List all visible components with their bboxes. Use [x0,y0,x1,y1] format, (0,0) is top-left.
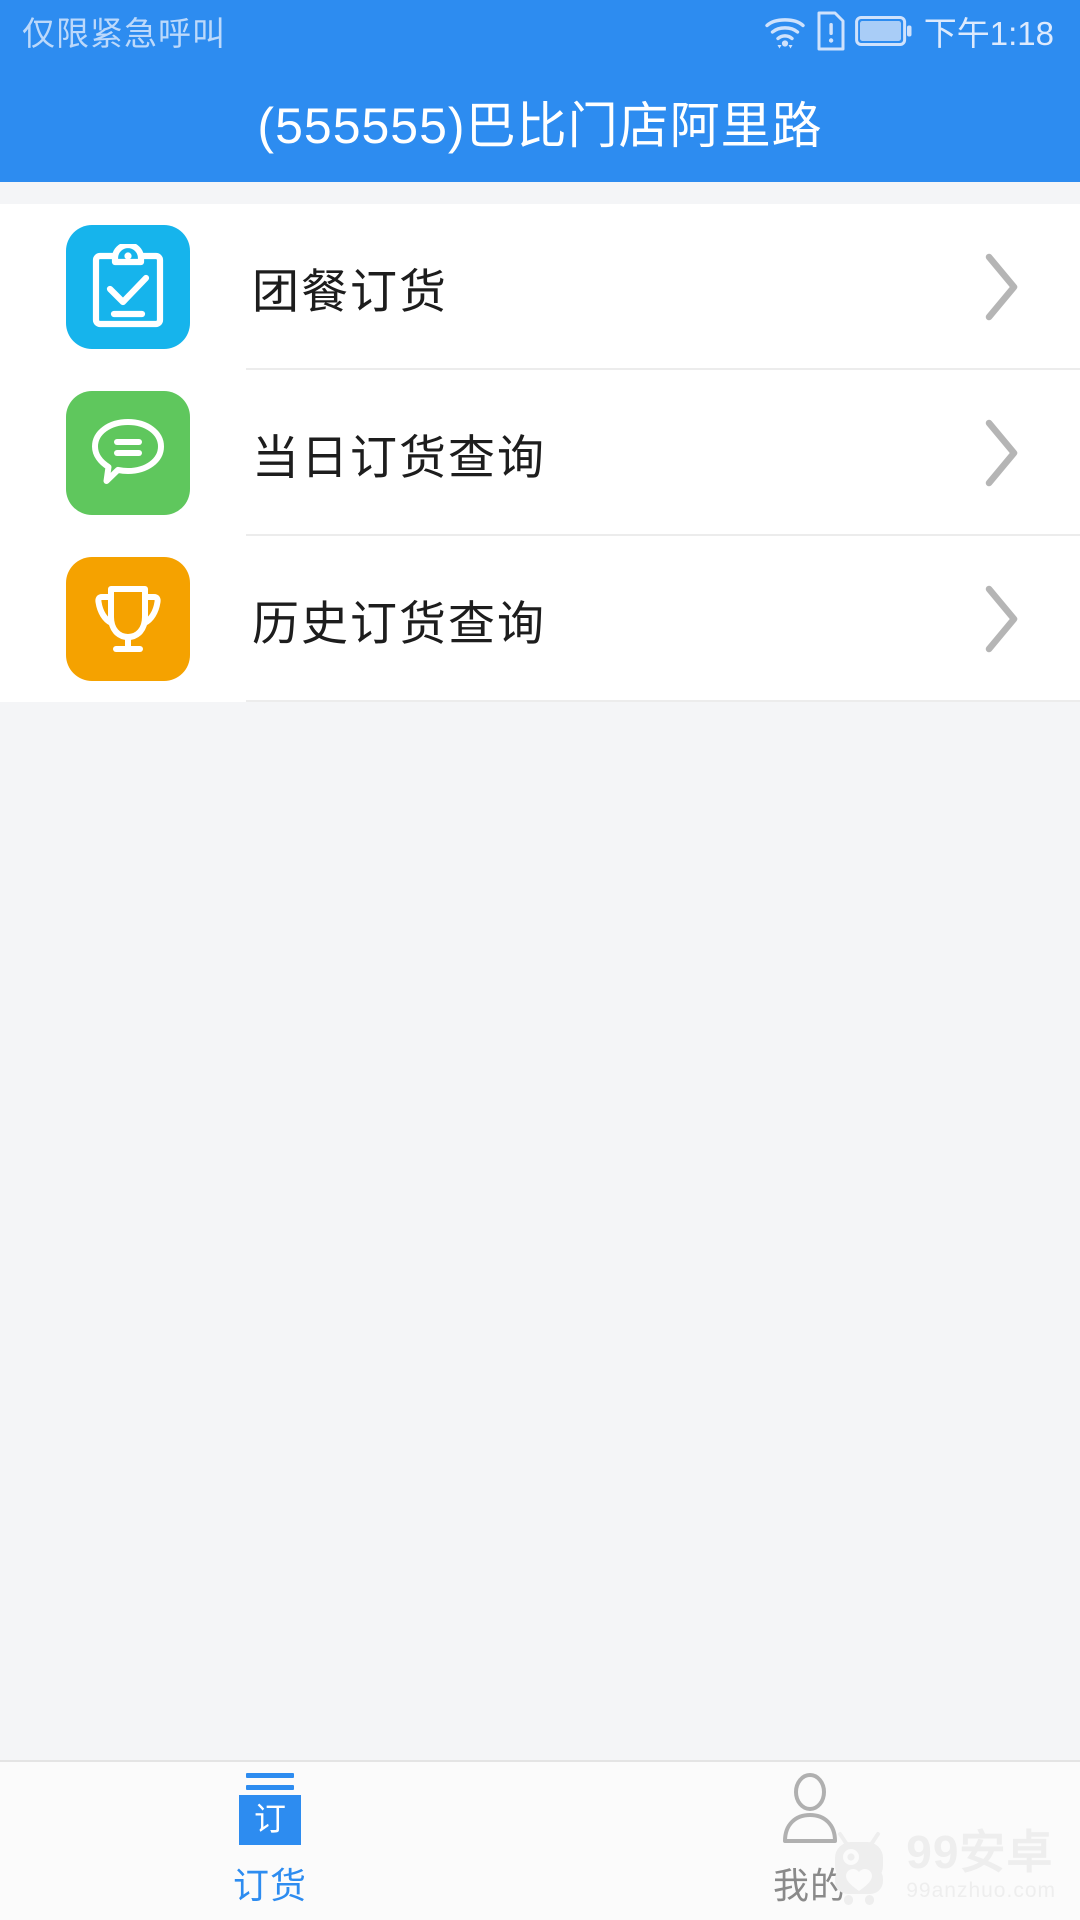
status-icons: 下午1:18 [763,7,1054,55]
tab-mine-label: 我的 [772,1865,847,1906]
chevron-right-icon [985,585,1018,653]
chevron-right-icon [985,253,1018,321]
user-person-icon [783,1773,837,1843]
order-book-icon: 订 [239,1773,301,1845]
clock-label: 下午1:18 [923,15,1054,52]
page-title: (555555)巴比门店阿里路 [257,98,823,154]
status-bar: 仅限紧急呼叫 下午1:18 [0,0,1080,62]
content-empty-area [0,702,1080,1760]
tab-mine[interactable]: 我的 [540,1762,1080,1920]
tab-order[interactable]: 订 订货 [0,1762,540,1920]
header-spacer [0,182,1080,204]
wifi-icon [765,18,805,49]
menu-item-today-order-query[interactable]: 当日订货查询 [0,370,1080,536]
bottom-tab-bar: 订 订货 我的 99安卓 99anzhuo.com [0,1760,1080,1920]
chat-bubble-icon [66,391,190,515]
menu-list: 团餐订货 当日订货查询 历史订货查询 [0,204,1080,702]
sim-alert-icon [817,11,845,51]
app-screen: 仅限紧急呼叫 下午1:18 (555555)巴比门店阿里路 团餐订货 当日订货查… [0,0,1080,1920]
carrier-label: 仅限紧急呼叫 [22,15,226,52]
trophy-icon [66,557,190,681]
menu-item-history-order-query[interactable]: 历史订货查询 [0,536,1080,702]
menu-divider [246,700,1080,702]
menu-item-label: 团餐订货 [252,264,448,318]
menu-item-group-meal-order[interactable]: 团餐订货 [0,204,1080,370]
order-icon-glyph: 订 [253,1801,286,1837]
menu-item-label: 历史订货查询 [252,596,546,650]
clipboard-check-icon [66,225,190,349]
battery-icon [854,16,912,46]
tab-order-label: 订货 [232,1865,307,1906]
chevron-right-icon [985,419,1018,487]
menu-item-label: 当日订货查询 [252,430,546,484]
title-bar: (555555)巴比门店阿里路 [0,62,1080,182]
